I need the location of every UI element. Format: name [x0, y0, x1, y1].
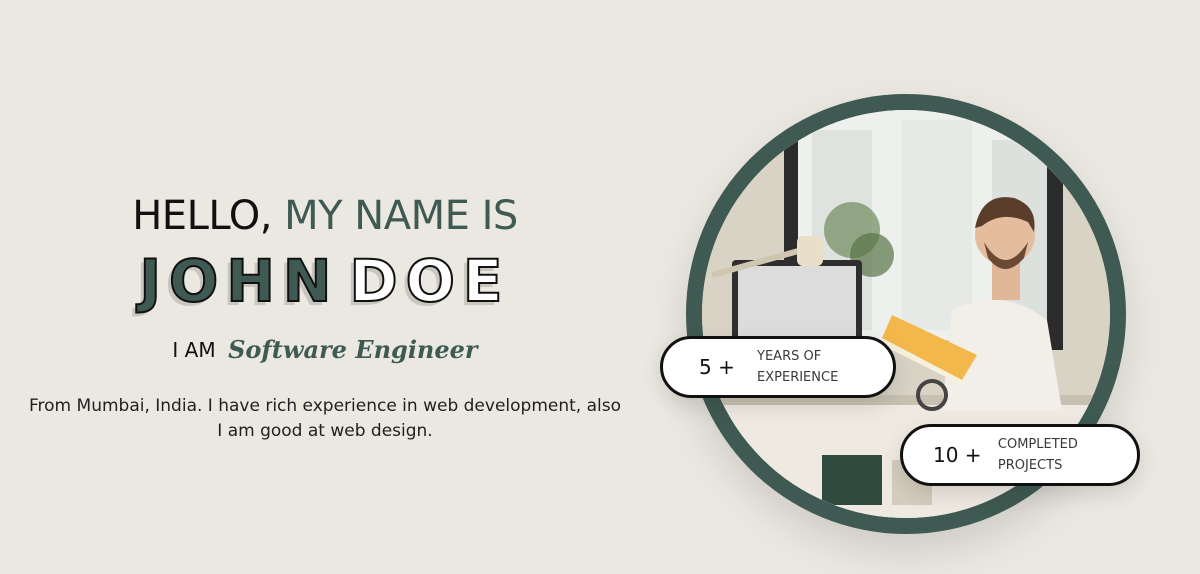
projects-label-line1: COMPLETED	[997, 437, 1078, 452]
projects-label-line2: PROJECTS	[997, 458, 1063, 473]
last-name: DOE	[348, 247, 511, 315]
experience-label-line1: YEARS OF	[757, 349, 822, 364]
experience-stat-card: 5 + YEARS OF EXPERIENCE	[660, 336, 896, 398]
role-line: I AM Software Engineer	[20, 332, 630, 368]
experience-label-line2: EXPERIENCE	[757, 370, 839, 385]
role-prefix: I AM	[172, 338, 216, 362]
bio-text: From Mumbai, India. I have rich experien…	[29, 396, 621, 442]
name-heading: JOHN DOE	[20, 247, 630, 315]
first-name: JOHN	[138, 247, 340, 315]
projects-stat-card: 10 + COMPLETED PROJECTS	[900, 424, 1140, 486]
role-title: Software Engineer	[228, 335, 478, 364]
intro-block: HELLO, MY NAME IS JOHN DOE I AM Software …	[20, 190, 630, 444]
projects-label: COMPLETED PROJECTS	[998, 434, 1137, 476]
hero-section: HELLO, MY NAME IS JOHN DOE I AM Software …	[0, 0, 1200, 574]
greeting-heading: HELLO, MY NAME IS	[20, 190, 630, 242]
experience-label: YEARS OF EXPERIENCE	[757, 346, 893, 388]
experience-value: 5 +	[699, 355, 735, 379]
greeting-text: HELLO,	[132, 193, 272, 239]
projects-value: 10 +	[933, 443, 982, 467]
greeting-accent-text: MY NAME IS	[284, 193, 518, 239]
